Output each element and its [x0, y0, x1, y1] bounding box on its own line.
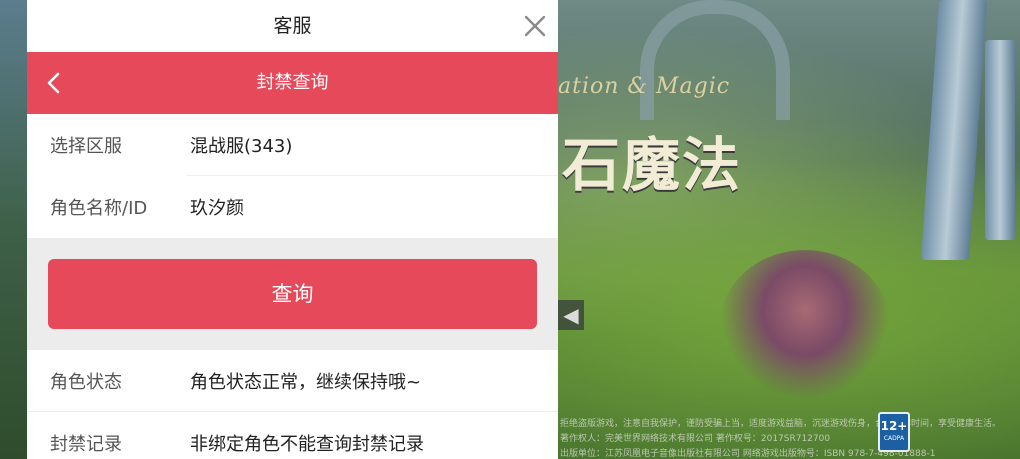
server-select-row[interactable]: 选择区服 混战服(343): [27, 114, 558, 176]
game-logo-title: 石魔法: [562, 131, 743, 199]
role-name-value[interactable]: 玖汐颜: [190, 194, 244, 220]
game-logo-script: ation & Magic: [558, 74, 731, 99]
background-pillar: [920, 0, 988, 260]
ban-query-header: 封禁查询: [27, 52, 558, 114]
panel-title: 客服: [273, 15, 312, 37]
background-pillar: [985, 40, 1015, 240]
background-ruin-arch: [640, 0, 790, 120]
server-label: 选择区服: [50, 136, 122, 157]
ban-record-row: 封禁记录 非绑定角色不能查询封禁记录: [27, 412, 558, 459]
background-left-strip: [0, 0, 30, 459]
background-creature: [720, 250, 890, 400]
server-value[interactable]: 混战服(343): [190, 132, 292, 158]
close-icon[interactable]: [520, 11, 550, 41]
background-arrow-button[interactable]: ◀: [558, 300, 584, 330]
panel-header: 客服: [27, 0, 558, 52]
query-button[interactable]: 查询: [48, 259, 537, 329]
role-status-value: 角色状态正常，继续保持哦~: [190, 372, 422, 393]
chevron-left-icon[interactable]: [41, 69, 69, 97]
role-name-row[interactable]: 角色名称/ID 玖汐颜: [27, 176, 558, 238]
ban-query-title: 封禁查询: [256, 72, 329, 93]
ban-record-value: 非绑定角色不能查询封禁记录: [190, 434, 424, 455]
role-status-row: 角色状态 角色状态正常，继续保持哦~: [27, 350, 558, 412]
age-rating-value: 12+: [880, 419, 908, 433]
query-button-area: 查询: [27, 238, 558, 350]
customer-service-panel: 客服 封禁查询 选择区服 混战服(343) 角色名称/ID 玖汐颜 查询 角色状…: [27, 0, 558, 459]
ban-record-label: 封禁记录: [50, 434, 122, 455]
role-status-label: 角色状态: [50, 372, 122, 393]
role-name-label: 角色名称/ID: [50, 198, 148, 219]
age-rating-badge: 12+ CADPA: [878, 412, 910, 452]
game-footer-notice: 拒绝盗版游戏，注意自我保护，谨防受骗上当，适度游戏益脑，沉迷游戏伤身，合理安排时…: [560, 419, 1002, 429]
game-footer-copyright: 著作权人：完美世界网络技术有限公司 著作权号：2017SR712700: [560, 434, 831, 444]
age-rating-org: CADPA: [883, 435, 905, 442]
